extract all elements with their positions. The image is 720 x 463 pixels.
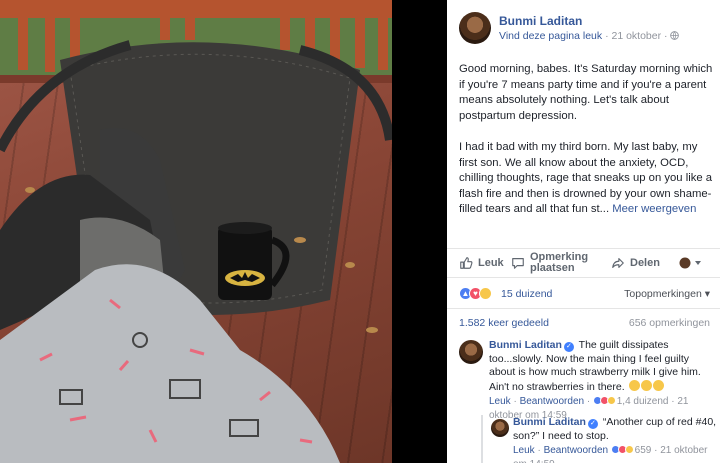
reply-body: Bunmi Laditan ✓ “Another cup of red #40, … bbox=[513, 416, 719, 463]
post-paragraph-2: I had it bad with my third born. My last… bbox=[459, 140, 715, 218]
post-stats: 1.582 keer gedeeld 656 opmerkingen bbox=[447, 308, 720, 336]
reaction-count[interactable]: 15 duizend bbox=[501, 288, 552, 300]
comment-label: Opmerking plaatsen bbox=[530, 251, 589, 274]
reply-author[interactable]: Bunmi Laditan bbox=[513, 416, 586, 428]
separator: · bbox=[664, 30, 668, 42]
reply-reaction-count[interactable]: 659 bbox=[635, 445, 652, 456]
reply-reactions-icon bbox=[610, 445, 634, 458]
comment-author[interactable]: Bunmi Laditan bbox=[489, 339, 562, 351]
like-label: Leuk bbox=[478, 257, 504, 269]
audience-icon bbox=[679, 257, 701, 269]
author-name[interactable]: Bunmi Laditan bbox=[499, 14, 582, 28]
reply-reply-link[interactable]: Beantwoorden bbox=[544, 445, 609, 456]
post-body: Good morning, babes. It's Saturday morni… bbox=[459, 62, 715, 234]
comment-reactions-icon bbox=[592, 396, 616, 409]
comment-like-link[interactable]: Leuk bbox=[489, 396, 511, 407]
verified-icon: ✓ bbox=[563, 342, 574, 352]
comment-icon bbox=[512, 258, 524, 269]
see-more-link[interactable]: Meer weergeven bbox=[612, 203, 696, 215]
like-page-link[interactable]: Vind deze pagina leuk bbox=[499, 30, 602, 42]
globe-icon bbox=[670, 31, 680, 40]
post-paragraph-1: Good morning, babes. It's Saturday morni… bbox=[459, 63, 713, 122]
reply-like-link[interactable]: Leuk bbox=[513, 445, 535, 456]
comment-sort-dropdown[interactable]: Topopmerkingen ▾ bbox=[624, 288, 710, 300]
share-count[interactable]: 1.582 keer gedeeld bbox=[459, 317, 549, 329]
reply-avatar[interactable] bbox=[491, 419, 509, 437]
comment-list: Bunmi Laditan ✓ The guilt dissipates too.… bbox=[447, 336, 720, 463]
post-subline: Vind deze pagina leuk · 21 oktober · bbox=[499, 30, 680, 42]
reaction-icons: ▲ ♥ bbox=[459, 287, 492, 300]
comment-reaction-count[interactable]: 1,4 duizend bbox=[617, 396, 669, 407]
comment-reply: Bunmi Laditan ✓ “Another cup of red #40, … bbox=[481, 415, 720, 463]
action-bar: Leuk Opmerking plaatsen Delen bbox=[447, 248, 720, 278]
laughing-emoji-icon bbox=[628, 379, 640, 391]
chevron-down-icon: ▾ bbox=[704, 288, 710, 300]
comment-avatar[interactable] bbox=[459, 340, 483, 364]
laughing-emoji-icon bbox=[652, 379, 664, 391]
comment-sort-label: Topopmerkingen bbox=[624, 288, 702, 300]
author-avatar[interactable] bbox=[459, 12, 491, 44]
share-icon bbox=[612, 258, 624, 268]
comment-reply-link[interactable]: Beantwoorden bbox=[520, 396, 585, 407]
comment-button[interactable]: Opmerking plaatsen bbox=[511, 249, 590, 277]
audience-selector[interactable] bbox=[679, 249, 708, 277]
verified-icon: ✓ bbox=[587, 419, 598, 429]
share-button[interactable]: Delen bbox=[611, 249, 660, 277]
separator: · bbox=[605, 30, 609, 42]
post-photo[interactable] bbox=[0, 0, 392, 463]
reply-meta: Leuk · Beantwoorden 659 · 21 oktober om … bbox=[513, 444, 719, 463]
post-header: Bunmi Laditan Vind deze pagina leuk · 21… bbox=[447, 0, 720, 48]
reactions-summary[interactable]: ▲ ♥ 15 duizend Topopmerkingen ▾ bbox=[447, 280, 720, 308]
share-label: Delen bbox=[630, 257, 660, 269]
comment-body: Bunmi Laditan ✓ The guilt dissipates too.… bbox=[489, 339, 711, 422]
laughing-emoji-icon bbox=[640, 379, 652, 391]
like-icon bbox=[460, 257, 473, 269]
photo-illustration bbox=[0, 0, 392, 463]
comment-count[interactable]: 656 opmerkingen bbox=[629, 317, 710, 329]
post-date[interactable]: 21 oktober bbox=[611, 30, 661, 42]
sad-reaction-icon bbox=[479, 287, 492, 300]
post-panel: Bunmi Laditan Vind deze pagina leuk · 21… bbox=[447, 0, 720, 463]
photo-backdrop bbox=[392, 0, 447, 463]
comment: Bunmi Laditan ✓ The guilt dissipates too.… bbox=[447, 336, 720, 421]
like-button[interactable]: Leuk bbox=[459, 249, 504, 277]
